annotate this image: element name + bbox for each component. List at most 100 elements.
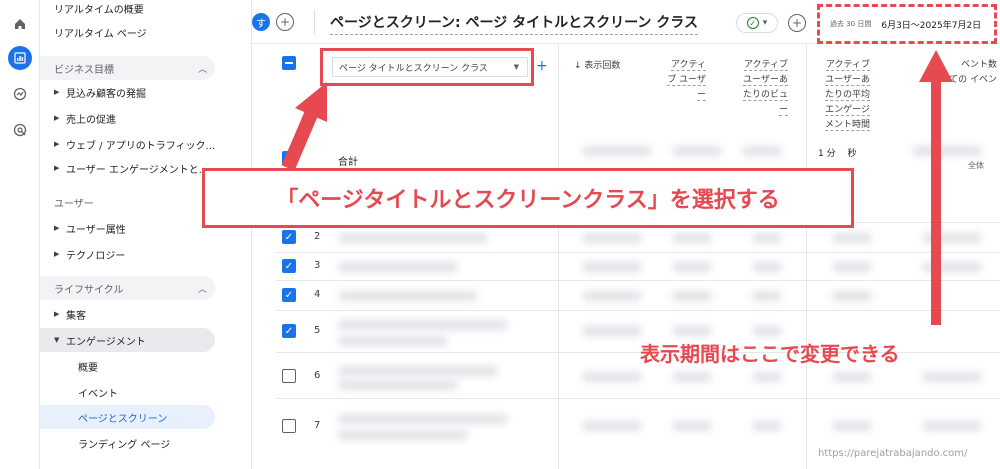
redacted-cell	[338, 291, 478, 301]
date-range-value: 6月3日～2025年7月2日	[881, 20, 982, 31]
row-checkbox[interactable]	[282, 230, 296, 244]
sidebar-item-label: イベント	[78, 388, 118, 400]
redacted-cell	[672, 233, 712, 243]
column-header-views-per-user[interactable]: アクティブ ユーザーあ たりのビュ ー	[730, 58, 788, 118]
redacted-cell	[752, 421, 782, 431]
column-header-label: 表示回数	[584, 61, 621, 71]
row-checkbox-total[interactable]	[282, 151, 296, 165]
redacted-cell	[922, 262, 982, 272]
select-all-checkbox[interactable]	[282, 56, 296, 70]
redacted-cell	[752, 233, 782, 243]
redacted-cell	[582, 262, 642, 272]
total-row-label: 合計	[338, 157, 358, 168]
row-checkbox[interactable]	[282, 288, 296, 302]
row-number: 4	[314, 289, 321, 300]
sidebar-item-leads[interactable]: ▶ 見込み顧客の発掘	[40, 80, 252, 104]
column-header-event-count[interactable]: ベント数 すべての イベン	[907, 58, 997, 88]
caret-right-icon: ▶	[54, 250, 60, 258]
redacted-cell	[912, 146, 982, 156]
row-checkbox[interactable]	[282, 419, 296, 433]
metric-total-label: 全体	[968, 161, 984, 170]
watermark: https://parejatrabajando.com/	[818, 448, 968, 459]
add-dimension-button[interactable]: +	[536, 58, 548, 74]
sidebar-item-label: ユーザー属性	[66, 224, 126, 236]
redacted-cell	[752, 262, 782, 272]
sidebar-item-events[interactable]: イベント	[40, 380, 252, 404]
sidebar-item-realtime-overview[interactable]: リアルタイムの概要	[40, 0, 252, 20]
redacted-cell	[922, 372, 982, 382]
dimension-select-value: ページ タイトルとスクリーン クラス	[339, 63, 488, 74]
status-dropdown[interactable]: ✓ ▾	[736, 13, 778, 33]
sidebar-item-traffic[interactable]: ▶ ウェブ / アプリのトラフィック...	[40, 132, 252, 156]
row-checkbox[interactable]	[282, 369, 296, 383]
home-icon[interactable]	[8, 12, 32, 36]
sidebar-item-sales[interactable]: ▶ 売上の促進	[40, 106, 252, 130]
sidebar-item-label: リアルタイムの概要	[54, 4, 144, 16]
caret-right-icon: ▶	[54, 114, 60, 122]
sidebar-item-pages-screens[interactable]: ページとスクリーン	[40, 405, 215, 429]
row-number: 2	[314, 231, 321, 242]
dropdown-arrow-icon: ▼	[513, 63, 519, 71]
sidebar-section-label: ユーザー	[54, 198, 94, 210]
caret-right-icon: ▶	[54, 140, 60, 148]
sidebar-section-lifecycle[interactable]: ライフサイクル ︿	[40, 276, 215, 300]
sidebar-section-label: ライフサイクル	[54, 284, 124, 296]
sidebar-item-label: ウェブ / アプリのトラフィック...	[66, 140, 216, 152]
redacted-cell	[832, 421, 872, 431]
row-number: 5	[314, 325, 321, 336]
column-header-avg-engagement[interactable]: アクティブ ユーザーあ たりの平均 エンゲージ メント時間	[812, 58, 870, 133]
sidebar-item-landing-page[interactable]: ランディング ページ	[40, 431, 252, 455]
row-checkbox[interactable]	[282, 259, 296, 273]
caret-down-icon: ▼	[54, 336, 60, 344]
sidebar-item-label: 売上の促進	[66, 114, 116, 126]
instruction-callout: 「ページタイトルとスクリーンクラス」を選択する	[202, 168, 854, 228]
sidebar-item-label: エンゲージメント	[66, 336, 146, 348]
column-header-views[interactable]: ↓ 表示回数	[574, 58, 620, 71]
redacted-cell	[832, 262, 872, 272]
chevron-up-icon: ︿	[197, 64, 207, 75]
redacted-cell	[672, 421, 712, 431]
column-header-active-users[interactable]: アクティ ブ ユーザ ー	[662, 58, 706, 103]
date-range-label: 過去 30 日間	[830, 20, 872, 28]
nav-rail	[0, 0, 40, 469]
chevron-down-icon: ▾	[762, 18, 768, 28]
column-divider	[558, 44, 559, 469]
add-comparison-button[interactable]: +	[276, 13, 294, 31]
sidebar-item-label: ページとスクリーン	[78, 413, 168, 425]
avatar[interactable]: す	[252, 13, 270, 31]
redacted-cell	[752, 326, 782, 336]
add-button[interactable]: +	[788, 14, 806, 32]
date-range-picker[interactable]: 過去 30 日間 6月3日～2025年7月2日	[817, 4, 997, 44]
row-separator	[276, 252, 1000, 253]
redacted-cell	[832, 233, 872, 243]
redacted-cell	[582, 372, 642, 382]
column-header-label: アクティブ ユーザーあ たりのビュ ー	[742, 60, 788, 116]
sidebar-section-business-objectives[interactable]: ビジネス目標 ︿	[40, 56, 215, 80]
sidebar-item-engagement[interactable]: ▼ エンゲージメント	[40, 328, 215, 352]
sidebar-item-tech[interactable]: ▶ テクノロジー	[40, 242, 252, 266]
sidebar-item-overview[interactable]: 概要	[40, 354, 252, 378]
column-divider	[806, 44, 807, 469]
row-separator	[276, 280, 1000, 281]
column-header-label: ベント数 すべての イベン	[932, 60, 997, 85]
caret-right-icon: ▶	[54, 310, 60, 318]
row-number: 7	[314, 420, 321, 431]
advertising-icon[interactable]	[8, 118, 32, 142]
redacted-cell	[582, 146, 652, 156]
sidebar-item-acquisition[interactable]: ▶ 集客	[40, 302, 252, 326]
sidebar-item-realtime-pages[interactable]: リアルタイム ページ	[40, 20, 252, 44]
redacted-cell	[752, 291, 782, 301]
caret-right-icon: ▶	[54, 164, 60, 172]
redacted-cell	[672, 372, 712, 382]
reports-icon[interactable]	[8, 46, 32, 70]
row-checkbox[interactable]	[282, 324, 296, 338]
redacted-cell	[922, 421, 982, 431]
redacted-cell	[338, 380, 458, 390]
divider	[314, 10, 315, 34]
sidebar-item-label: 集客	[66, 310, 86, 322]
sidebar: リアルタイムの概要 リアルタイム ページ ビジネス目標 ︿ ▶ 見込み顧客の発掘 ▶…	[40, 0, 252, 469]
explore-icon[interactable]	[8, 82, 32, 106]
redacted-cell	[338, 320, 508, 330]
dimension-select[interactable]: ページ タイトルとスクリーン クラス ▼	[332, 57, 528, 77]
caret-right-icon: ▶	[54, 88, 60, 96]
